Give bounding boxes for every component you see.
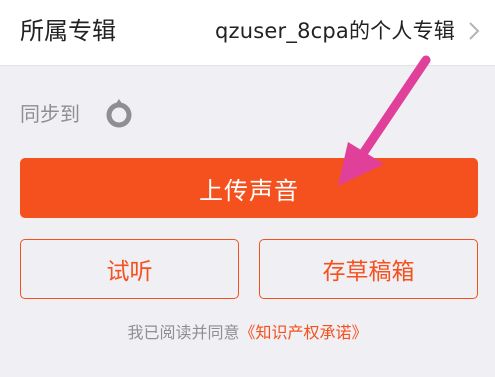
ip-commitment-link[interactable]: 《知识产权承诺》	[240, 323, 368, 342]
album-selector-row[interactable]: 所属专辑 qzuser_8cpa的个人专辑	[0, 0, 495, 66]
sync-label: 同步到	[20, 102, 80, 126]
chevron-right-icon	[469, 22, 480, 40]
annotation-arrow-shaft	[355, 55, 431, 163]
qzone-sync-icon[interactable]	[104, 97, 134, 129]
trial-listen-button[interactable]: 试听	[20, 239, 239, 299]
upload-button[interactable]: 上传声音	[20, 158, 478, 218]
sync-row: 同步到	[20, 97, 320, 133]
save-draft-button[interactable]: 存草稿箱	[259, 239, 478, 299]
album-value: qzuser_8cpa的个人专辑	[215, 19, 455, 43]
album-label: 所属专辑	[20, 17, 116, 45]
agreement-prefix: 我已阅读并同意	[127, 323, 240, 342]
agreement-line: 我已阅读并同意《知识产权承诺》	[0, 320, 495, 346]
